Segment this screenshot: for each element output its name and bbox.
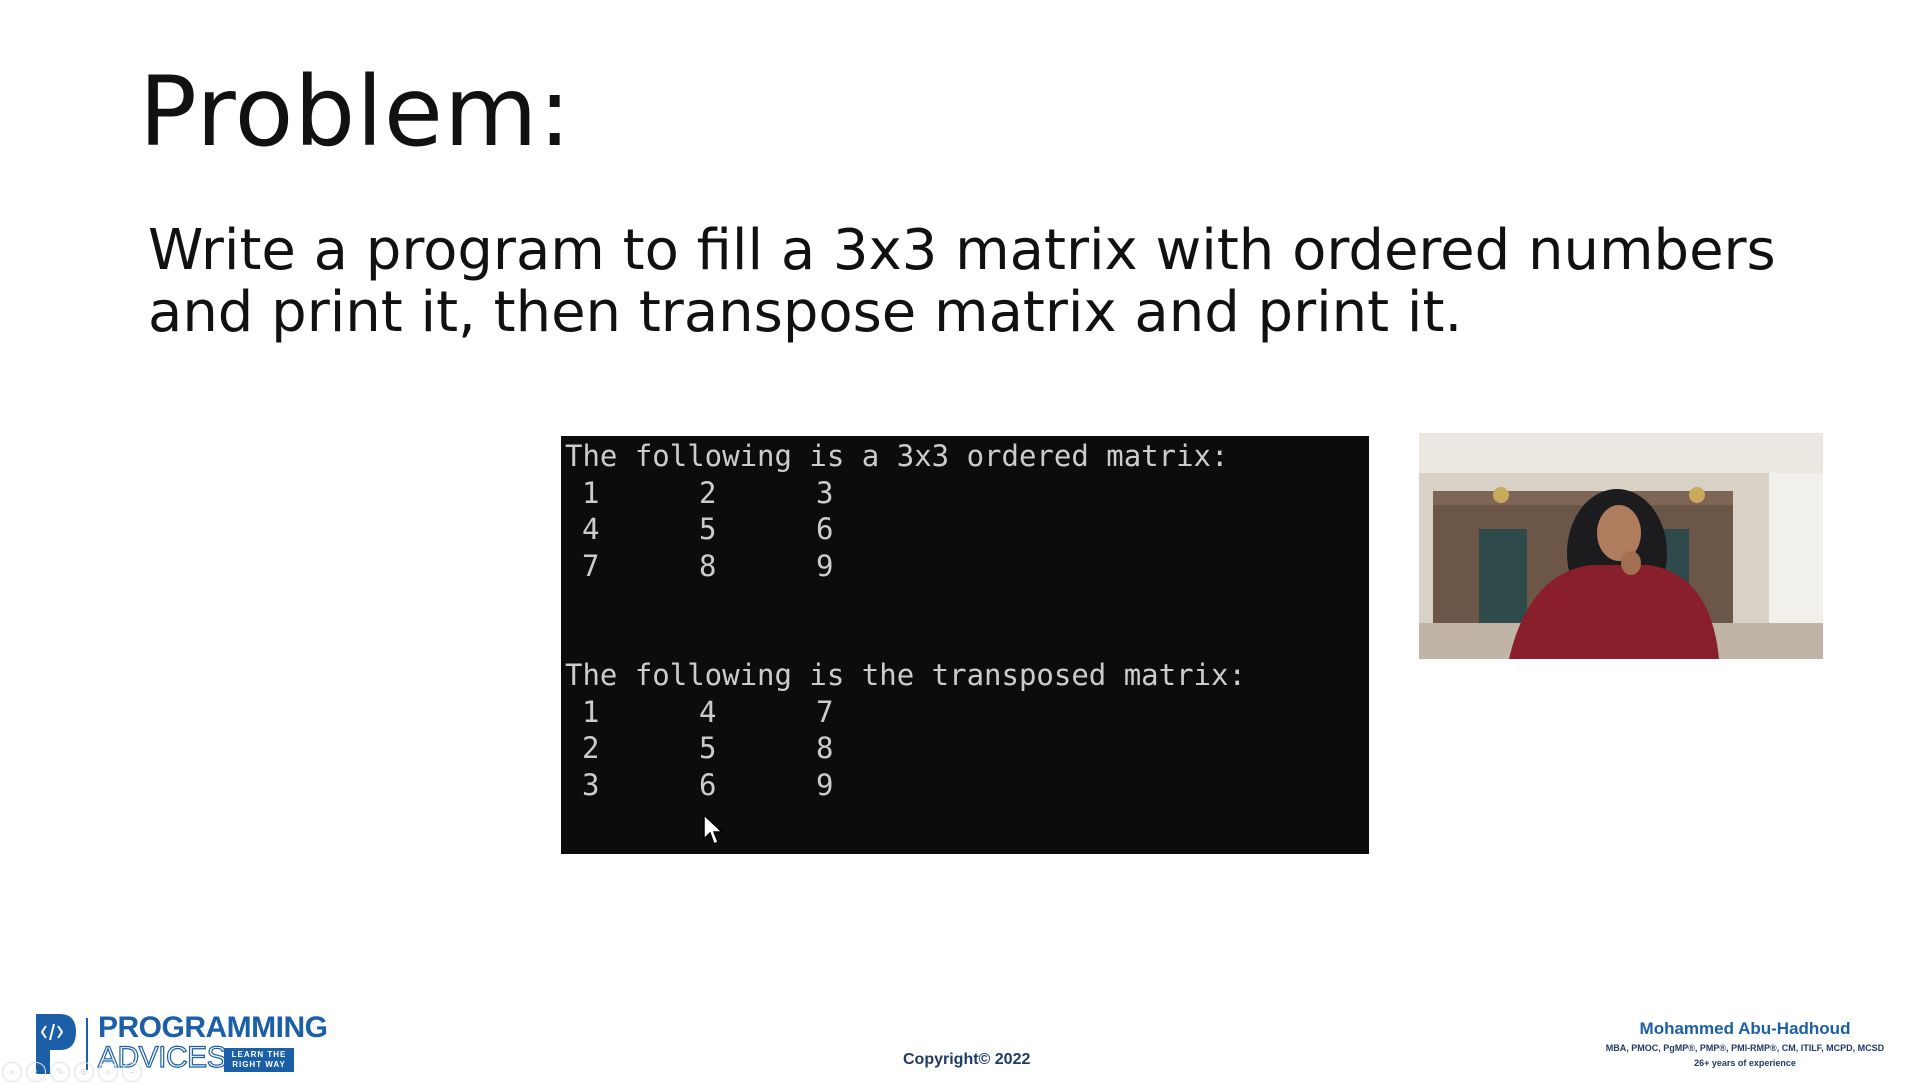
- console-output: The following is a 3x3 ordered matrix: 1…: [561, 436, 1369, 854]
- transposed-row: 3 6 9: [565, 767, 1369, 804]
- matrix-row: 4 5 6: [565, 511, 1369, 548]
- matrix-row: 1 2 3: [565, 475, 1369, 512]
- transposed-cell: 4: [699, 694, 717, 729]
- search-icon[interactable]: ⌕: [98, 1062, 118, 1082]
- console-header-transposed: The following is the transposed matrix:: [565, 658, 1246, 692]
- matrix-cell: 2: [699, 475, 717, 510]
- presenter-video-frame: [1419, 433, 1823, 659]
- transposed-cell: 7: [816, 694, 834, 729]
- presenter-webcam: [1419, 433, 1823, 659]
- matrix-cell: 8: [699, 548, 717, 583]
- rewind-icon[interactable]: «: [2, 1062, 22, 1082]
- problem-statement: Write a program to fill a 3x3 matrix wit…: [148, 220, 1808, 344]
- matrix-cell: 1: [582, 475, 600, 510]
- minus-icon[interactable]: –: [122, 1062, 142, 1082]
- console-header-ordered: The following is a 3x3 ordered matrix:: [565, 439, 1229, 473]
- problem-line-2: and print it, then transpose matrix and …: [148, 280, 1463, 345]
- zoom-icon[interactable]: ⊕: [74, 1062, 94, 1082]
- brand-name: PROGRAMMING: [98, 1011, 328, 1044]
- transposed-cell: 8: [816, 731, 834, 765]
- brand-tagline-line-2: RIGHT WAY: [232, 1060, 286, 1069]
- slide-title: Problem:: [139, 56, 572, 168]
- matrix-cell: 4: [582, 512, 600, 546]
- matrix-cell: 5: [699, 512, 717, 546]
- transposed-cell: 3: [582, 767, 600, 802]
- matrix-cell: 3: [816, 475, 834, 510]
- matrix-row: 7 8 9: [565, 548, 1369, 585]
- matrix-cell: 7: [582, 548, 600, 583]
- copyright-text: Copyright© 2022: [903, 1051, 1031, 1068]
- video-player-controls: « ‹ ✎ ⊕ ⌕ –: [2, 1062, 142, 1082]
- brand-tagline: LEARN THE RIGHT WAY: [224, 1048, 294, 1072]
- author-info: Mohammed Abu-Hadhoud MBA, PMOC, PgMP®, P…: [1575, 1018, 1915, 1070]
- mouse-pointer-icon: [703, 814, 723, 846]
- matrix-cell: 9: [816, 548, 834, 583]
- previous-icon[interactable]: ‹: [26, 1062, 46, 1082]
- author-name: Mohammed Abu-Hadhoud: [1639, 1019, 1851, 1038]
- transposed-row: 2 5 8: [565, 730, 1369, 767]
- transposed-cell: 1: [582, 694, 600, 729]
- transposed-cell: 6: [699, 767, 717, 802]
- brand-tagline-line-1: LEARN THE: [231, 1050, 287, 1059]
- transposed-cell: 2: [582, 731, 600, 765]
- matrix-cell: 6: [816, 512, 834, 546]
- author-experience: 26+ years of experience: [1694, 1058, 1796, 1068]
- console-blank-space: [565, 584, 1369, 657]
- transposed-row: 1 4 7: [565, 694, 1369, 731]
- transposed-cell: 9: [816, 767, 834, 802]
- problem-line-1: Write a program to fill a 3x3 matrix wit…: [148, 218, 1776, 283]
- author-credentials: MBA, PMOC, PgMP®, PMP®, PMI-RMP®, CM, IT…: [1605, 1043, 1885, 1053]
- edit-icon[interactable]: ✎: [50, 1062, 70, 1082]
- transposed-cell: 5: [699, 731, 717, 765]
